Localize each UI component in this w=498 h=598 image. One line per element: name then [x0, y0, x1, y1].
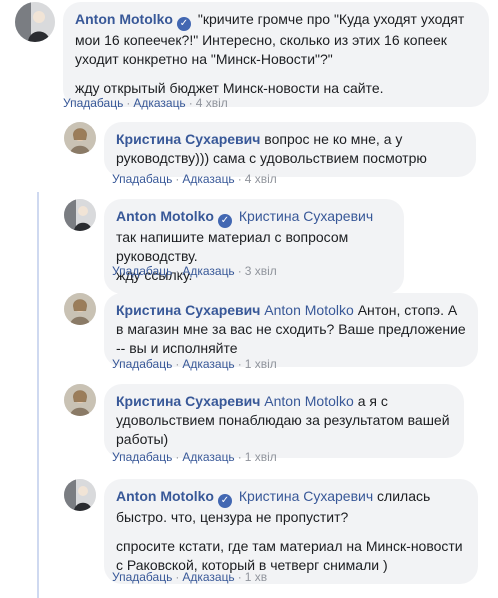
comment-actions: Упадабаць · Адказаць · 1 хвіл	[112, 450, 277, 464]
comment-author[interactable]: Кристина Сухаревич	[116, 131, 260, 147]
comment-author[interactable]: Кристина Сухаревич	[116, 302, 260, 318]
comment-author[interactable]: Anton Motolko	[116, 488, 214, 504]
avatar[interactable]	[15, 2, 55, 42]
comment-timestamp[interactable]: 4 хвіл	[245, 172, 277, 186]
reply-link[interactable]: Адказаць	[182, 570, 234, 584]
comment-bubble: Кристина Сухаревич Anton Motolko а я с у…	[104, 384, 464, 458]
comment-author[interactable]: Кристина Сухаревич	[116, 393, 260, 409]
comment-actions: Упадабаць · Адказаць · 4 хвіл	[63, 96, 228, 110]
comment-actions: Упадабаць · Адказаць · 4 хвіл	[112, 172, 277, 186]
avatar-kristina-icon	[64, 293, 96, 325]
comment-6: Anton Motolko ✓ Кристина Сухаревич слилас…	[64, 479, 478, 584]
like-link[interactable]: Упадабаць	[112, 172, 172, 186]
comment-actions: Упадабаць · Адказаць · 1 хв	[112, 570, 268, 584]
comment-5: Кристина Сухаревич Anton Motolko а я с у…	[64, 384, 464, 458]
verified-check-icon: ✓	[217, 494, 232, 508]
like-link[interactable]: Упадабаць	[112, 570, 172, 584]
comment-text: так напишите материал с вопросом руковод…	[116, 229, 349, 264]
comment-3: Anton Motolko ✓ Кристина Сухаревич так на…	[64, 199, 404, 294]
comment-author[interactable]: Anton Motolko	[116, 208, 214, 224]
reply-link[interactable]: Адказаць	[182, 264, 234, 278]
reply-thread-line	[37, 192, 39, 598]
avatar[interactable]	[64, 122, 96, 154]
avatar-kristina-icon	[64, 122, 96, 154]
comment-timestamp[interactable]: 4 хвіл	[196, 96, 228, 110]
avatar-anton-icon	[64, 479, 96, 511]
comment-mention[interactable]: Кристина Сухаревич	[239, 488, 373, 504]
like-link[interactable]: Упадабаць	[112, 450, 172, 464]
like-link[interactable]: Упадабаць	[63, 96, 123, 110]
comment-mention[interactable]: Anton Motolko	[264, 302, 354, 318]
like-link[interactable]: Упадабаць	[112, 264, 172, 278]
comment-4: Кристина Сухаревич Anton Motolko Антон, …	[64, 293, 478, 367]
reply-link[interactable]: Адказаць	[182, 357, 234, 371]
reply-link[interactable]: Адказаць	[182, 450, 234, 464]
avatar-anton-icon	[64, 199, 96, 231]
avatar[interactable]	[64, 293, 96, 325]
comment-bubble: Anton Motolko ✓ Кристина Сухаревич слилас…	[104, 479, 478, 584]
like-link[interactable]: Упадабаць	[112, 357, 172, 371]
reply-link[interactable]: Адказаць	[182, 172, 234, 186]
comment-timestamp[interactable]: 3 хвіл	[245, 264, 277, 278]
comment-timestamp[interactable]: 1 хвіл	[245, 357, 277, 371]
avatar[interactable]	[64, 199, 96, 231]
comment-actions: Упадабаць · Адказаць · 3 хвіл	[112, 264, 277, 278]
comment-timestamp[interactable]: 1 хвіл	[245, 450, 277, 464]
comment-actions: Упадабаць · Адказаць · 1 хвіл	[112, 357, 277, 371]
comment-mention[interactable]: Кристина Сухаревич	[239, 208, 373, 224]
avatar-anton-icon	[15, 2, 55, 42]
avatar-kristina-icon	[64, 384, 96, 416]
comment-bubble: Кристина Сухаревич Anton Motolko Антон, …	[104, 293, 478, 367]
comment-timestamp[interactable]: 1 хв	[245, 570, 267, 584]
verified-check-icon: ✓	[217, 214, 232, 228]
comment-1: Anton Motolko ✓ "кричите громче про "Куда…	[15, 2, 489, 107]
comment-2: Кристина Сухаревич вопрос не ко мне, а у…	[64, 122, 476, 177]
avatar[interactable]	[64, 479, 96, 511]
comment-bubble: Кристина Сухаревич вопрос не ко мне, а у…	[104, 122, 476, 177]
comment-author[interactable]: Anton Motolko	[75, 11, 173, 27]
avatar[interactable]	[64, 384, 96, 416]
comment-bubble: Anton Motolko ✓ "кричите громче про "Куда…	[63, 2, 489, 107]
reply-link[interactable]: Адказаць	[133, 96, 185, 110]
comment-mention[interactable]: Anton Motolko	[264, 393, 354, 409]
comment-bubble: Anton Motolko ✓ Кристина Сухаревич так на…	[104, 199, 404, 294]
verified-check-icon: ✓	[176, 17, 191, 31]
